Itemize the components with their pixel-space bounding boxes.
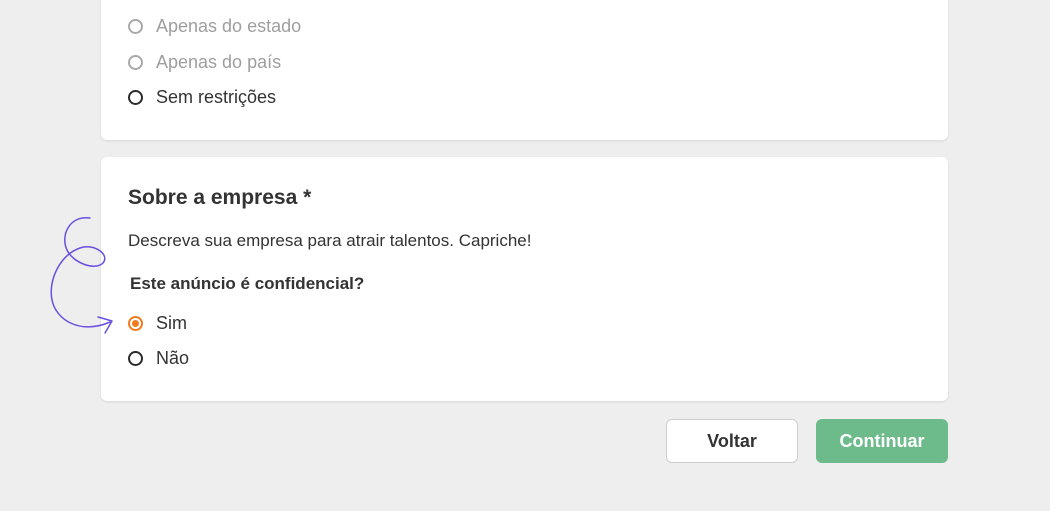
radio-label: Não bbox=[156, 348, 190, 368]
location-card: Apenas do estado Apenas do país Sem rest… bbox=[101, 0, 948, 140]
radio-dot bbox=[132, 319, 139, 327]
radio-button[interactable] bbox=[128, 89, 143, 105]
confidential-question: Este anúncio é confidencial? bbox=[130, 274, 365, 293]
radio-label: Sem restrições bbox=[156, 87, 277, 107]
radio-label: Apenas do estado bbox=[156, 16, 302, 36]
radio-option-no[interactable]: Não bbox=[128, 347, 189, 369]
section-description: Descreva sua empresa para atrair talento… bbox=[128, 231, 532, 250]
section-title: Sobre a empresa * bbox=[128, 186, 312, 209]
radio-button[interactable] bbox=[128, 350, 143, 366]
radio-button-checked[interactable] bbox=[128, 315, 143, 331]
page: Apenas do estado Apenas do país Sem rest… bbox=[0, 0, 1050, 511]
company-card: Sobre a empresa * Descreva sua empresa p… bbox=[101, 157, 948, 401]
radio-button[interactable] bbox=[128, 54, 143, 70]
radio-option-no-restrictions[interactable]: Sem restrições bbox=[128, 86, 276, 108]
radio-button[interactable] bbox=[128, 18, 143, 34]
back-button[interactable]: Voltar bbox=[666, 419, 798, 463]
radio-option-yes[interactable]: Sim bbox=[128, 312, 187, 334]
continue-button[interactable]: Continuar bbox=[816, 419, 948, 463]
radio-label: Apenas do país bbox=[156, 52, 282, 72]
radio-label: Sim bbox=[156, 313, 187, 333]
radio-option-state[interactable]: Apenas do estado bbox=[128, 15, 301, 37]
radio-option-country[interactable]: Apenas do país bbox=[128, 51, 281, 73]
